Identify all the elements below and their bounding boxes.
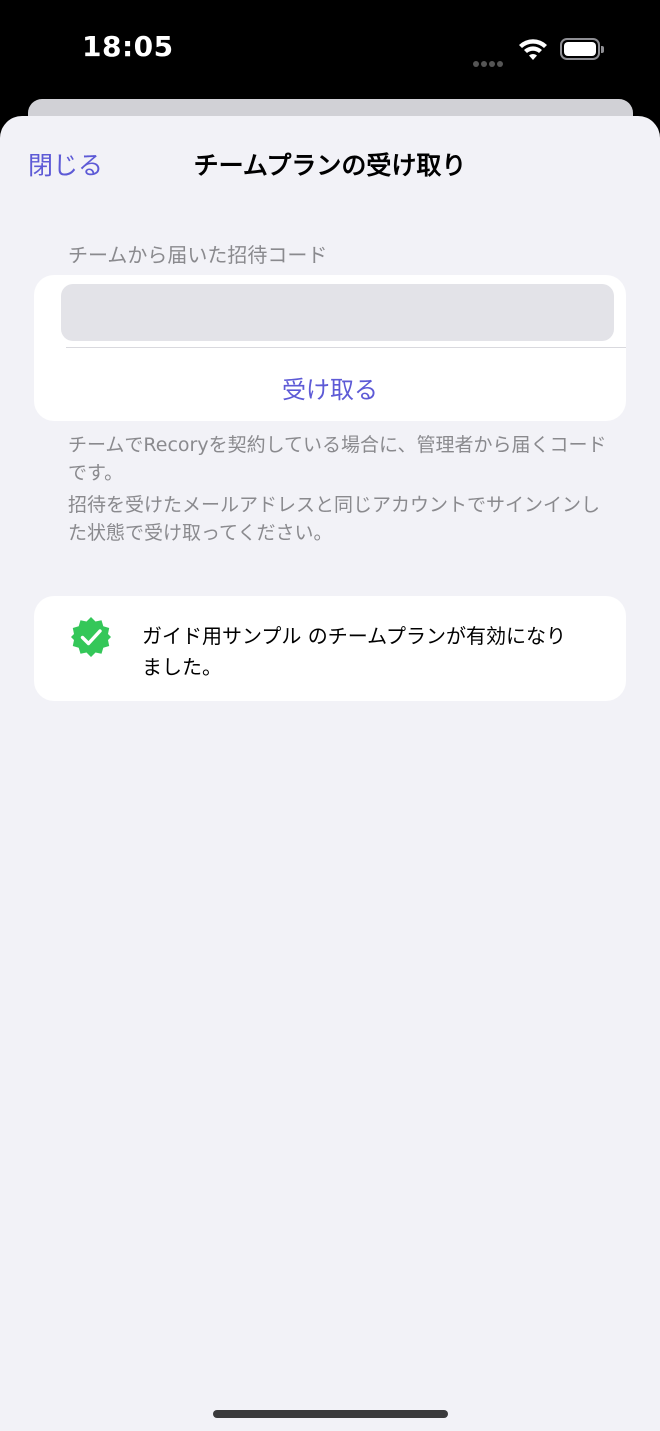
invite-code-card: 受け取る: [34, 275, 626, 421]
checkmark-seal-icon: [71, 617, 111, 657]
team-plan-sheet: 閉じる チームプランの受け取り チームから届いた招待コード 受け取る チームでR…: [0, 116, 660, 1431]
help-paragraph-1: チームでRecoryを契約している場合に、管理者から届くコードです。: [68, 434, 607, 484]
invite-code-section-label: チームから届いた招待コード: [68, 243, 328, 267]
success-card: ガイド用サンプル のチームプランが有効になりました。: [34, 596, 626, 701]
invite-code-input[interactable]: [61, 284, 614, 341]
status-bar: 18:05: [0, 0, 660, 100]
receive-button[interactable]: 受け取る: [34, 370, 626, 405]
status-time: 18:05: [82, 30, 174, 63]
wifi-icon: [519, 39, 547, 60]
page-title: チームプランの受け取り: [193, 151, 467, 180]
help-paragraph-2: 招待を受けたメールアドレスと同じアカウントでサインインした状態で受け取ってくださ…: [68, 494, 601, 544]
success-message: ガイド用サンプル のチームプランが有効になりました。: [142, 624, 566, 679]
battery-icon: [560, 38, 604, 60]
help-text: チームでRecoryを契約している場合に、管理者から届くコードです。 招待を受け…: [68, 431, 608, 551]
cellular-icon: [473, 52, 507, 67]
divider: [66, 347, 626, 348]
home-indicator[interactable]: [213, 1410, 448, 1418]
